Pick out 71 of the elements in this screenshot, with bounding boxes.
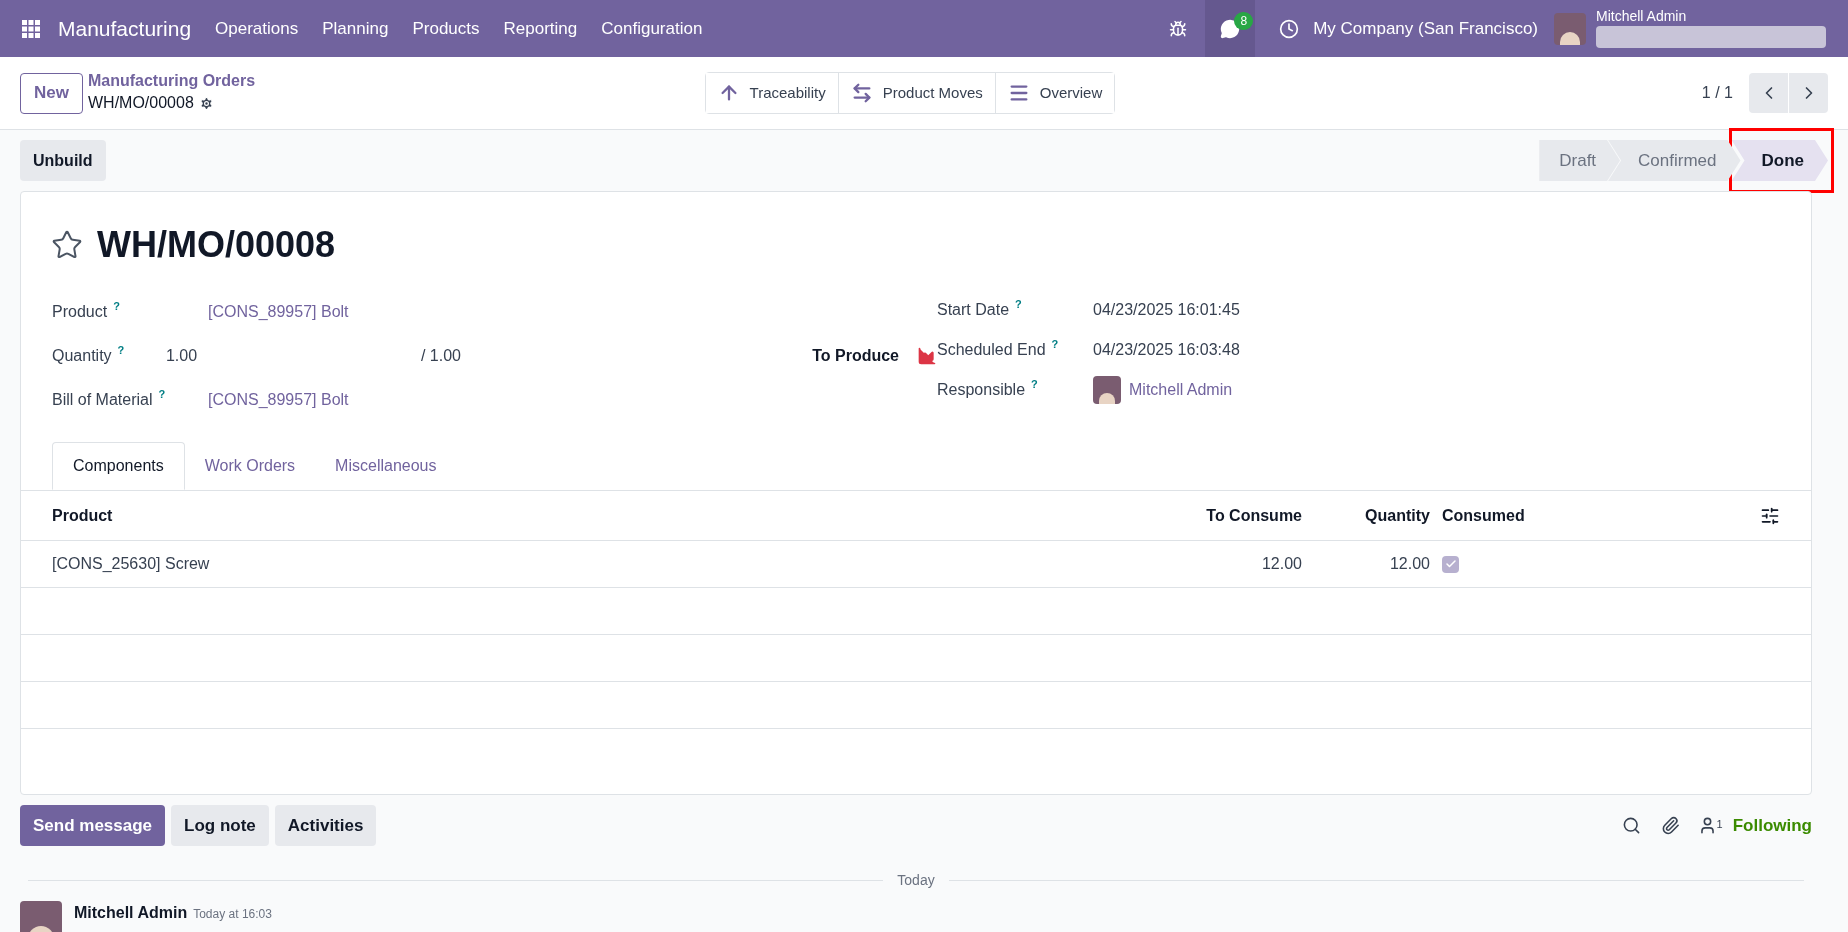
company-name[interactable]: My Company (San Francisco)	[1313, 15, 1538, 42]
user-avatar	[1554, 12, 1586, 45]
date-separator: Today	[896, 871, 936, 890]
menu-item[interactable]: Products	[400, 15, 492, 42]
field-label: Start Date	[937, 300, 1010, 320]
field-label: Scheduled End	[937, 340, 1046, 360]
column-header[interactable]: Quantity	[1302, 503, 1430, 528]
notification-badge: 8	[1234, 12, 1254, 30]
field-link[interactable]: Mitchell Admin	[1129, 378, 1233, 402]
apps-grid-icon[interactable]	[22, 19, 40, 38]
chat-icon[interactable]	[1220, 18, 1241, 39]
user-avatar	[1093, 376, 1121, 404]
field-link[interactable]: [CONS_89957] Bolt	[208, 300, 349, 324]
message-author[interactable]: Mitchell Admin	[74, 901, 188, 925]
star-icon[interactable]	[51, 229, 83, 261]
field-label: Bill of Material	[52, 390, 153, 410]
form-tab[interactable]: Components	[52, 442, 185, 490]
field-value[interactable]: 04/23/2025 16:01:45	[1093, 298, 1240, 322]
help-tooltip-marker[interactable]: ?	[1015, 298, 1022, 310]
message-time: Today at 16:03	[193, 906, 272, 923]
help-tooltip-marker[interactable]: ?	[1051, 338, 1059, 350]
paperclip-icon[interactable]	[1660, 816, 1680, 835]
table-cell-text: 12.00	[1388, 554, 1430, 574]
column-header[interactable]: Consumed	[1430, 503, 1760, 528]
following-button[interactable]: Following	[1732, 812, 1812, 839]
followers-count: 1	[1716, 817, 1723, 832]
chatter-button[interactable]: Activities	[274, 805, 377, 846]
pager-value[interactable]: 1 / 1	[1701, 81, 1733, 105]
clock-icon[interactable]	[1279, 18, 1300, 39]
exchange-arrows-icon	[850, 82, 873, 104]
field-link[interactable]: [CONS_89957] Bolt	[208, 388, 349, 412]
field-label: To Produce	[812, 346, 899, 366]
settings-icon[interactable]	[198, 95, 214, 111]
bug-icon[interactable]	[1169, 19, 1188, 38]
breadcrumb-link[interactable]: Manufacturing Orders	[87, 71, 588, 91]
table-cell-text: [CONS_25630] Screw	[52, 554, 211, 574]
help-tooltip-marker[interactable]: ?	[1031, 378, 1038, 390]
user-name[interactable]: Mitchell Admin	[1596, 8, 1826, 24]
field-label: Quantity	[52, 346, 112, 366]
table-cell-text: 12.00	[1260, 554, 1302, 574]
form-tab[interactable]: Miscellaneous	[315, 442, 457, 490]
menu-item[interactable]: Reporting	[491, 15, 590, 42]
field-value[interactable]: 1.00	[165, 344, 421, 368]
field-value: / 1.00	[420, 346, 462, 366]
help-tooltip-marker[interactable]: ?	[117, 344, 125, 356]
column-header[interactable]: Product	[52, 503, 1142, 528]
help-tooltip-marker[interactable]: ?	[158, 388, 166, 400]
area-chart-icon[interactable]	[917, 346, 937, 366]
menu-item[interactable]: Configuration	[589, 15, 715, 42]
help-tooltip-marker[interactable]: ?	[113, 300, 120, 312]
smart-button[interactable]: Overview	[994, 73, 1115, 113]
record-title: WH/MO/00008	[97, 223, 336, 267]
chatter-button[interactable]: Log note	[171, 805, 269, 846]
menu-item[interactable]: Operations	[203, 15, 311, 42]
column-settings-icon[interactable]	[1760, 505, 1780, 526]
search-icon[interactable]	[1621, 816, 1641, 835]
menu-item[interactable]: Planning	[310, 15, 401, 42]
field-label: Product	[52, 302, 108, 322]
chatter-button[interactable]: Send message	[20, 805, 166, 846]
app-name[interactable]: Manufacturing	[58, 12, 192, 45]
column-header[interactable]: To Consume	[1142, 503, 1302, 528]
record-name: WH/MO/00008	[87, 93, 194, 113]
author-avatar	[20, 901, 62, 932]
unbuild-button[interactable]: Unbuild	[20, 140, 106, 181]
field-value[interactable]: 04/23/2025 16:03:48	[1093, 338, 1240, 362]
new-button[interactable]: New	[20, 72, 83, 114]
status-stage[interactable]: Draft	[1539, 140, 1621, 181]
status-stage[interactable]: Done	[1731, 140, 1828, 181]
field-label: Responsible	[937, 380, 1026, 400]
form-tab[interactable]: Work Orders	[184, 442, 316, 490]
status-stage[interactable]: Confirmed	[1608, 140, 1741, 181]
